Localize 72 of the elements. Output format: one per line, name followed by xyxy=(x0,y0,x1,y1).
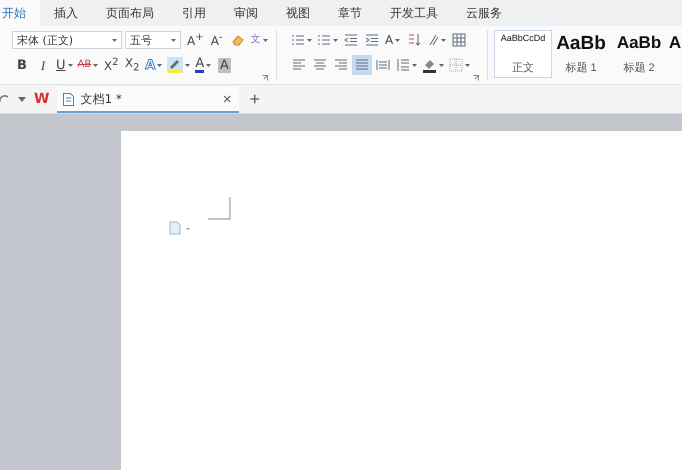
caret-icon xyxy=(412,64,417,66)
ribbon-tab[interactable]: 页面布局 xyxy=(92,0,168,26)
bold-button[interactable]: B xyxy=(12,55,32,75)
caret-icon xyxy=(262,38,268,42)
ribbon-tab[interactable]: 开始 xyxy=(0,0,40,26)
pinyin-button[interactable]: 文 xyxy=(248,30,270,50)
caret-icon xyxy=(438,64,444,66)
border-icon xyxy=(448,58,463,72)
indent-icon xyxy=(364,33,379,47)
shrink-font-button[interactable]: A$^{-}$ xyxy=(206,30,227,50)
align-icon xyxy=(292,58,306,72)
document-tab[interactable]: 文档1 * × xyxy=(57,87,240,113)
ribbon-tab[interactable]: 章节 xyxy=(324,0,376,26)
caret-icon xyxy=(440,38,446,42)
style-preset[interactable]: AaBb 标题 1 xyxy=(552,30,610,78)
align-icon xyxy=(334,58,348,72)
list-icon xyxy=(290,33,305,47)
caret-icon xyxy=(464,64,470,66)
table-icon xyxy=(452,33,466,47)
caret-icon xyxy=(395,38,400,42)
caret-icon[interactable] xyxy=(18,96,26,102)
ribbon-tab[interactable]: 引用 xyxy=(168,0,220,26)
align-icon xyxy=(354,58,369,72)
distribute-icon xyxy=(376,58,390,72)
caret-icon xyxy=(171,38,176,42)
font-color-button[interactable]: A xyxy=(193,55,214,75)
ribbon-tab[interactable]: 插入 xyxy=(40,0,92,26)
indent-icon xyxy=(344,33,358,47)
highlighter-icon xyxy=(167,57,184,73)
paint-bucket-icon xyxy=(422,58,437,72)
document-tab-title: 文档1 * xyxy=(80,90,123,108)
font-name-field[interactable]: 宋体 (正文) xyxy=(12,31,122,49)
align-icon xyxy=(312,58,327,72)
grow-font-button[interactable]: A$^{+}$ xyxy=(185,30,206,50)
margin-corner-mark xyxy=(208,197,231,220)
font-size-field[interactable]: 五号 xyxy=(125,31,181,49)
style-preset[interactable]: AaBbCcDd 正文 xyxy=(494,30,552,78)
list-icon xyxy=(316,33,331,47)
new-tab-button[interactable]: + xyxy=(247,88,262,110)
style-preset[interactable]: AaBb 标题 2 xyxy=(610,30,668,78)
line-spacing-icon xyxy=(396,58,410,72)
ribbon-tab[interactable]: 云服务 xyxy=(452,0,516,26)
caret-icon xyxy=(332,38,338,42)
caret-icon xyxy=(93,64,98,66)
caret-icon xyxy=(206,64,212,66)
ribbon-tab[interactable]: 开发工具 xyxy=(376,0,452,26)
sort-icon xyxy=(406,32,421,48)
caret-icon xyxy=(306,38,312,42)
caret-icon xyxy=(68,64,73,66)
highlight-button[interactable] xyxy=(165,55,192,75)
ribbon-tab[interactable]: 视图 xyxy=(272,0,324,26)
caret-icon xyxy=(185,64,190,66)
strikethrough-button[interactable]: AB xyxy=(76,55,100,75)
dialog-launcher-icon[interactable] xyxy=(473,75,480,81)
redo-icon[interactable] xyxy=(0,93,10,105)
italic-button[interactable]: I xyxy=(33,55,53,75)
close-tab-button[interactable]: × xyxy=(220,90,234,108)
char-spacing-button[interactable]: A xyxy=(382,30,403,50)
superscript-button[interactable]: X$^{2}$ xyxy=(101,55,122,75)
justify-button[interactable] xyxy=(352,55,372,75)
text-effect-button[interactable]: A xyxy=(143,55,164,75)
dialog-launcher-icon[interactable] xyxy=(262,75,268,81)
eraser-icon xyxy=(230,33,245,47)
app-logo[interactable]: W xyxy=(34,91,50,107)
underline-button[interactable]: U xyxy=(54,55,75,75)
char-shading-button[interactable]: A xyxy=(214,55,234,75)
caret-icon xyxy=(112,38,117,42)
style-preset[interactable]: A xyxy=(668,30,682,78)
caret-icon xyxy=(157,64,162,66)
document-icon xyxy=(63,92,74,106)
ribbon-tab[interactable]: 审阅 xyxy=(220,0,272,26)
subscript-button[interactable]: X$_{2}$ xyxy=(122,55,142,75)
